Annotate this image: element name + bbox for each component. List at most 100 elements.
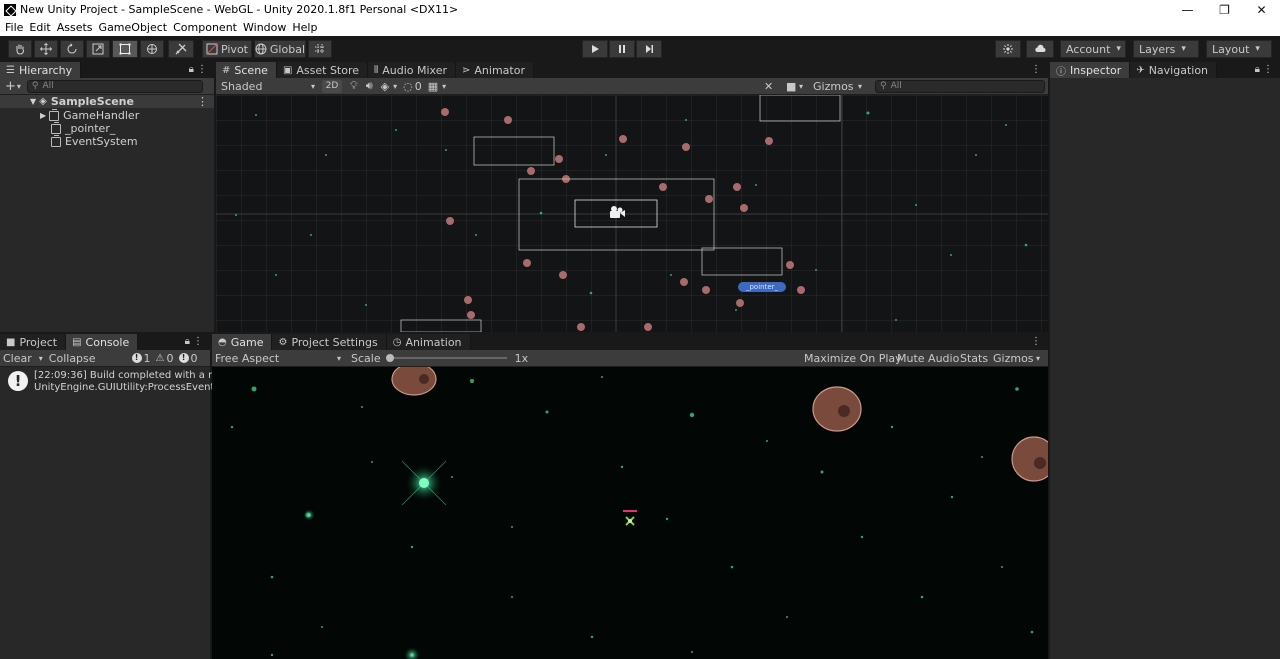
rotate-tool-button[interactable] [60,40,84,58]
rect-tool-button[interactable] [112,40,138,58]
transform-tool-button[interactable] [140,40,164,58]
add-icon[interactable]: + [5,79,16,94]
tab-project-settings[interactable]: ⚙︎ Project Settings [272,334,387,350]
menu-component[interactable]: Component [170,21,240,34]
game-canvas [212,367,1048,659]
menu-edit[interactable]: Edit [26,21,53,34]
tab-animator[interactable]: ⋗ Animator [456,62,534,78]
chevron-down-icon[interactable]: ▾ [1036,354,1040,363]
tab-asset-store[interactable]: ▣ Asset Store [276,62,369,78]
tab-animation[interactable]: ◷ Animation [386,334,471,350]
gameobject-icon [51,134,61,147]
scene-row[interactable]: ▼ ◈ SampleScene ⋮ [0,95,214,108]
tab-scene[interactable]: # Scene [216,62,277,78]
tab-inspector[interactable]: ⓘ Inspector [1050,62,1131,78]
kebab-menu-icon[interactable]: ⋮ [1031,64,1041,75]
kebab-menu-icon[interactable]: ⋮ [193,336,203,347]
global-label: Global [269,42,305,56]
move-tool-button[interactable] [34,40,58,58]
kebab-menu-icon[interactable]: ⋮ [1263,64,1273,75]
collab-button[interactable] [995,40,1021,58]
grid-visibility-icon[interactable]: ▦ [428,80,438,93]
warning-icon: ⚠︎ [155,352,165,364]
2d-toggle-button[interactable]: 2D [322,79,342,93]
tab-navigation[interactable]: ✈︎ Navigation [1130,62,1218,78]
lock-icon[interactable]: 🔒︎ [1255,64,1260,75]
stats-button[interactable]: Stats [957,352,991,365]
camera-icon[interactable]: ■ [786,80,796,93]
scene-viewport[interactable]: _pointer_ [216,95,1048,332]
cloud-button[interactable] [1026,40,1054,58]
collapse-arrow-icon[interactable]: ▶ [40,111,46,120]
tab-console[interactable]: ▤ Console [66,334,139,350]
project-tab-label: Project [19,335,58,349]
expand-arrow-icon[interactable]: ▼ [30,97,36,106]
clear-button[interactable]: Clear [3,352,32,365]
hand-tool-button[interactable] [8,40,32,58]
lock-icon[interactable]: 🔒︎ [185,336,190,347]
error-filter-toggle[interactable]: ! 0 [178,352,198,365]
game-viewport[interactable] [212,367,1048,659]
lightbulb-icon[interactable]: 💡︎ [350,79,358,93]
slider-thumb[interactable] [385,354,394,362]
pause-button[interactable] [609,40,635,58]
lock-icon[interactable]: 🔒︎ [189,64,194,75]
tools-icon[interactable]: ✕ [764,80,773,93]
grid-snap-button[interactable] [308,40,332,58]
chevron-down-icon[interactable]: ▾ [858,82,862,91]
hierarchy-search-input[interactable]: ⚲ All [26,79,203,93]
tab-game[interactable]: ◓ Game [212,334,273,350]
effects-icon[interactable]: ◈ [381,80,389,93]
chevron-down-icon[interactable]: ▾ [393,82,397,91]
mute-audio-button[interactable]: Mute Audio [894,352,962,365]
scene-search-input[interactable]: ⚲ All [875,79,1045,93]
gizmos-button[interactable]: Gizmos [990,352,1037,365]
list-item[interactable]: EventSystem [0,134,138,148]
menu-file[interactable]: File [2,21,26,34]
aspect-dropdown[interactable]: Free Aspect ▾ [214,351,344,366]
tab-hierarchy[interactable]: ☰ Hierarchy [0,62,82,78]
tab-audio-mixer[interactable]: ⫴ Audio Mixer [368,62,457,78]
scale-tool-button[interactable] [86,40,110,58]
console-message-line1: [22:09:36] Build completed with a res [34,370,224,381]
chevron-down-icon[interactable]: ▾ [39,354,43,363]
menu-assets[interactable]: Assets [54,21,96,34]
scene-menu-icon[interactable]: ⋮ [197,95,208,108]
menu-window[interactable]: Window [240,21,289,34]
audio-icon[interactable]: 🔊︎ [366,79,373,93]
play-button[interactable] [582,40,608,58]
shading-mode-dropdown[interactable]: Shaded ▾ [218,79,318,94]
chevron-down-icon[interactable]: ▾ [799,82,803,91]
restore-icon[interactable]: ❐ [1206,0,1243,19]
kebab-menu-icon[interactable]: ⋮ [1031,336,1041,347]
list-item[interactable]: _pointer_ [0,121,115,135]
tab-project[interactable]: ■ Project [0,334,67,350]
kebab-menu-icon[interactable]: ⋮ [197,64,207,75]
hidden-objects-icon[interactable]: ◌ [403,80,413,93]
game-tab-label: Game [230,335,264,349]
scale-slider[interactable] [385,353,507,363]
pivot-toggle-button[interactable]: Pivot [202,40,252,58]
collapse-button[interactable]: Collapse [49,352,96,365]
global-toggle-button[interactable]: Global [254,40,306,58]
warning-filter-toggle[interactable]: ⚠︎ 0 [156,352,174,365]
menu-help[interactable]: Help [289,21,320,34]
minimize-icon[interactable]: — [1169,0,1206,19]
chevron-down-icon[interactable]: ▾ [442,82,446,91]
gizmos-dropdown[interactable]: Gizmos [813,80,854,93]
chevron-down-icon: ▾ [336,353,341,363]
asset-store-tab-label: Asset Store [296,63,360,77]
console-log-entry[interactable]: ! [22:09:36] Build completed with a res … [0,367,223,393]
step-button[interactable] [636,40,662,58]
pointer-label-badge[interactable]: _pointer_ [738,282,786,292]
info-filter-toggle[interactable]: ! 1 [131,352,151,365]
menu-gameobject[interactable]: GameObject [96,21,171,34]
list-item[interactable]: ▶ GameHandler [0,108,139,122]
chevron-down-icon[interactable]: ▾ [17,82,21,91]
layout-dropdown[interactable]: Layout [1206,40,1272,58]
maximize-on-play-button[interactable]: Maximize On Play [801,352,905,365]
close-icon[interactable]: ✕ [1243,0,1280,19]
custom-tool-button[interactable] [168,40,194,58]
account-dropdown[interactable]: Account [1060,40,1126,58]
layers-dropdown[interactable]: Layers [1133,40,1199,58]
